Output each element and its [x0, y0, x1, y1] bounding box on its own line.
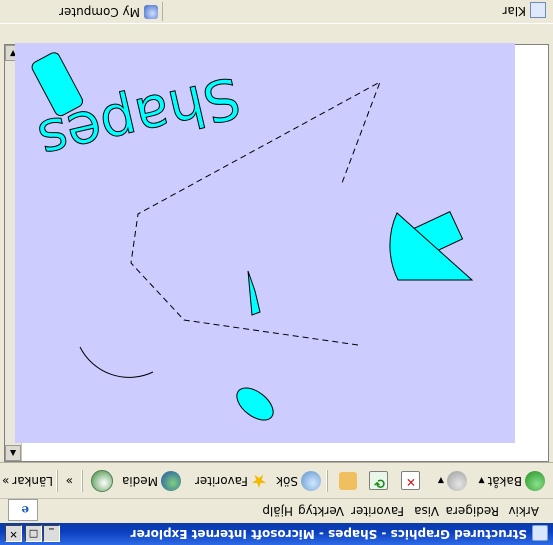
page-status-icon — [530, 2, 546, 18]
my-computer-icon — [144, 5, 158, 19]
search-label: Sök — [276, 474, 298, 488]
home-icon — [339, 472, 357, 490]
back-button[interactable]: Bakåt ▼ — [478, 469, 545, 493]
standard-toolbar: Bakåt ▼ ▼ Sök ★ Favorite — [0, 462, 553, 498]
stop-button[interactable] — [401, 469, 420, 493]
back-arrow-icon — [525, 471, 545, 491]
favorites-label: Favoriter — [194, 474, 248, 488]
links-label: Länkar — [12, 474, 53, 488]
links-overflow-icon: » — [1, 474, 10, 488]
menu-edit[interactable]: Redigera — [446, 504, 499, 518]
history-button[interactable] — [91, 469, 113, 493]
menu-help[interactable]: Hjälp — [262, 504, 293, 518]
title-bar[interactable]: Structured Graphics - Shapes - Microsoft… — [0, 523, 553, 545]
ie-logo-letter: e — [21, 503, 29, 517]
links-button[interactable]: Länkar » — [2, 469, 53, 493]
security-zone-panel: My Computer — [4, 2, 163, 21]
media-button[interactable]: Media — [122, 469, 181, 493]
rotated-browser-frame: Structured Graphics - Shapes - Microsoft… — [0, 0, 553, 545]
toolbar-separator — [81, 470, 83, 492]
menu-favorites[interactable]: Favoriter — [351, 504, 404, 518]
structured-graphics-canvas: Shapes — [15, 43, 515, 443]
scroll-up-button[interactable]: ▲ — [5, 445, 21, 461]
toolbar-overflow-button[interactable]: » — [66, 469, 73, 493]
back-label: Bakåt — [487, 474, 522, 488]
favorites-button[interactable]: ★ Favoriter — [195, 469, 267, 493]
refresh-icon — [369, 471, 388, 491]
stop-icon — [401, 471, 420, 491]
refresh-button[interactable] — [369, 469, 388, 493]
search-icon — [301, 471, 321, 491]
favorites-star-icon: ★ — [250, 470, 267, 492]
status-text: Klar — [502, 4, 527, 18]
media-icon — [161, 471, 181, 491]
home-button[interactable] — [339, 469, 357, 493]
menu-view[interactable]: Visa — [414, 504, 439, 518]
history-icon — [91, 470, 113, 492]
chevron-double-right-icon: » — [65, 474, 73, 488]
menu-bar: Arkiv Redigera Visa Favoriter Verktyg Hj… — [0, 498, 553, 523]
ie-window-icon — [532, 525, 548, 541]
window-title: Structured Graphics - Shapes - Microsoft… — [130, 527, 527, 541]
forward-arrow-icon — [447, 471, 467, 491]
menu-file[interactable]: Arkiv — [508, 504, 539, 518]
media-label: Media — [121, 474, 158, 488]
ie-throbber-logo: e — [8, 499, 38, 521]
browser-window: Structured Graphics - Shapes - Microsoft… — [0, 0, 553, 545]
security-zone-text: My Computer — [59, 5, 140, 19]
forward-button[interactable]: ▼ — [438, 469, 467, 493]
search-button[interactable]: Sök — [276, 469, 321, 493]
close-button[interactable]: ✕ — [5, 525, 22, 542]
back-dropdown-icon[interactable]: ▼ — [478, 477, 484, 486]
toolbar-separator — [56, 470, 58, 492]
menu-tools[interactable]: Verktyg — [298, 504, 344, 518]
minimize-button[interactable]: _ — [43, 525, 60, 542]
forward-dropdown-icon[interactable]: ▼ — [438, 477, 444, 486]
toolbar-separator — [326, 470, 328, 492]
status-bar: Klar My Computer — [0, 0, 553, 24]
maximize-button[interactable]: □ — [25, 525, 42, 542]
page-viewport[interactable]: ▲ ▼ Shapes — [4, 43, 549, 462]
